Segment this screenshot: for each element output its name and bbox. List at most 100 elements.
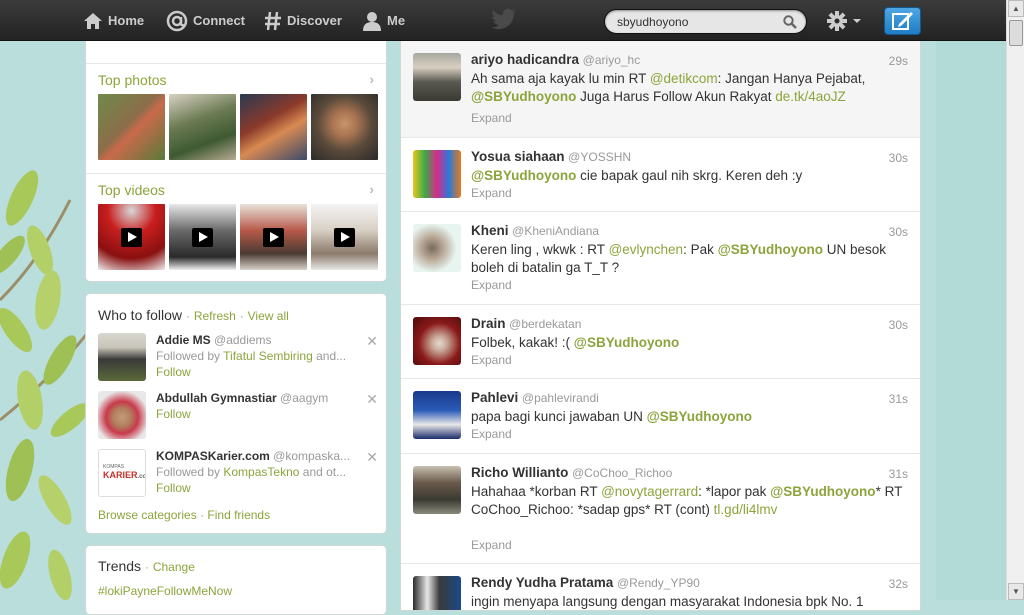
tweet-item[interactable]: ariyo hadicandra @ariyo_hc 29s Ah sama a… [401, 41, 920, 138]
mention-link[interactable]: @evlynchen [609, 242, 684, 257]
avatar[interactable] [413, 576, 461, 610]
scroll-down-button[interactable]: ▼ [1008, 583, 1024, 600]
mention-link[interactable]: @SBYudhoyono [574, 335, 679, 350]
tweet-timestamp[interactable]: 31s [889, 467, 908, 481]
tweet-item[interactable]: Richo Williantо @CoChoo_Richoo 31s Hahah… [401, 454, 920, 564]
tweet-author-handle[interactable]: @KheniAndiana [512, 224, 599, 238]
avatar[interactable] [98, 333, 146, 381]
video-thumbnail[interactable] [240, 204, 307, 270]
top-photos-heading[interactable]: Top photos [98, 72, 167, 88]
mention-link[interactable]: @novytagerrard [601, 484, 698, 499]
tweet-author-name[interactable]: Kheni [471, 223, 509, 238]
expand-link[interactable]: Expand [471, 111, 512, 125]
compose-tweet-button[interactable] [884, 7, 921, 35]
follow-link[interactable]: Follow [156, 407, 191, 421]
tweet-author-handle[interactable]: @ariyo_hc [583, 53, 641, 67]
close-icon[interactable]: ✕ [366, 449, 378, 466]
nav-home[interactable]: Home [83, 0, 144, 41]
mention-link[interactable]: @SBYudhoyono [770, 484, 875, 499]
tweet-author-name[interactable]: ariyo hadicandra [471, 52, 579, 67]
follow-link[interactable]: Follow [156, 365, 191, 379]
tweet-timestamp[interactable]: 30s [889, 318, 908, 332]
tweet-timestamp[interactable]: 30s [889, 151, 908, 165]
change-trends-link[interactable]: Change [153, 560, 195, 574]
avatar[interactable] [413, 391, 461, 439]
avatar[interactable] [413, 224, 461, 272]
tweet-item[interactable]: Pahlevi @pahlevirandi 31s papa bagi kunc… [401, 379, 920, 454]
avatar[interactable] [413, 317, 461, 365]
avatar[interactable] [413, 150, 461, 198]
mention-link[interactable]: @SBYudhoyono [471, 89, 576, 104]
trend-item[interactable]: #lokiPayneFollowMeNow [98, 584, 232, 598]
tweet-author-handle[interactable]: @YOSSHN [568, 150, 631, 164]
tweet-timestamp[interactable]: 31s [889, 392, 908, 406]
tweet-author-name[interactable]: Richo Williantо [471, 465, 568, 480]
chevron-right-icon[interactable]: › [369, 71, 374, 87]
nav-connect[interactable]: Connect [166, 0, 245, 41]
tweet-author-name[interactable]: Rendy Yudha Pratama [471, 575, 613, 590]
mention-link[interactable]: @SBYudhoyono [471, 168, 576, 183]
suggestion-name[interactable]: KOMPASKarier.com @kompaska... [156, 449, 350, 463]
scroll-thumb[interactable] [1009, 20, 1023, 46]
url-link[interactable]: tl.gd/li4lmv [714, 502, 778, 517]
separator-dot: · [185, 309, 190, 323]
page-scrollbar[interactable]: ▲ ▼ [1006, 0, 1024, 600]
top-videos-heading[interactable]: Top videos [98, 182, 165, 198]
suggestion-name[interactable]: Abdullah Gymnastiar @aagym [156, 391, 328, 405]
tweet-item[interactable]: Rendy Yudha Pratama @Rendy_YP90 32s ingi… [401, 564, 920, 610]
mention-link[interactable]: @detikcom [650, 71, 718, 86]
refresh-link[interactable]: Refresh [194, 309, 236, 323]
tweet-item[interactable]: Kheni @KheniAndiana 30s Keren ling , wkw… [401, 212, 920, 305]
tweet-timestamp[interactable]: 29s [889, 54, 908, 68]
expand-link[interactable]: Expand [471, 538, 512, 552]
chevron-right-icon[interactable]: › [369, 181, 374, 197]
expand-link[interactable]: Expand [471, 353, 512, 367]
tweet-author-handle[interactable]: @Rendy_YP90 [617, 576, 700, 590]
tweet-item[interactable]: Yosua siahaan @YOSSHN 30s @SBYudhoyono c… [401, 138, 920, 212]
follow-link[interactable]: Follow [156, 481, 191, 495]
search-box[interactable] [604, 9, 807, 34]
avatar[interactable]: KOMPAS KARIER.com [98, 449, 146, 497]
tweet-author-name[interactable]: Pahlevi [471, 390, 518, 405]
tweet-author-name[interactable]: Yosua siahaan [471, 149, 565, 164]
tweet-author-handle[interactable]: @CoChoo_Richoo [572, 466, 672, 480]
tweet-timestamp[interactable]: 30s [889, 225, 908, 239]
photo-thumbnail[interactable] [169, 94, 236, 160]
photo-thumbnail[interactable] [311, 94, 378, 160]
media-panel: Top photos › Top videos › [85, 22, 387, 282]
avatar[interactable] [98, 391, 146, 439]
find-friends-link[interactable]: Find friends [207, 508, 270, 522]
scroll-up-button[interactable]: ▲ [1008, 0, 1024, 17]
suggestion-name[interactable]: Addie MS @addiems [156, 333, 272, 347]
tweet-timestamp[interactable]: 32s [889, 577, 908, 591]
mention-link[interactable]: @SBYudhoyono [647, 409, 752, 424]
top-photos-row [98, 94, 378, 160]
expand-link[interactable]: Expand [471, 427, 512, 441]
settings-menu[interactable] [826, 9, 863, 33]
photo-thumbnail[interactable] [240, 94, 307, 160]
video-thumbnail[interactable] [98, 204, 165, 270]
followed-by-link[interactable]: KompasTekno [223, 465, 299, 479]
avatar[interactable] [413, 466, 461, 514]
photo-thumbnail[interactable] [98, 94, 165, 160]
search-icon[interactable] [783, 15, 797, 29]
search-input[interactable] [617, 13, 777, 30]
expand-link[interactable]: Expand [471, 186, 512, 200]
close-icon[interactable]: ✕ [366, 333, 378, 350]
video-thumbnail[interactable] [311, 204, 378, 270]
mention-link[interactable]: @SBYudhoyono [718, 242, 823, 257]
url-link[interactable]: de.tk/4aoJZ [775, 89, 846, 104]
nav-discover[interactable]: Discover [264, 0, 342, 41]
nav-me[interactable]: Me [362, 0, 405, 41]
view-all-link[interactable]: View all [248, 309, 289, 323]
tweet-author-name[interactable]: Drain [471, 316, 506, 331]
tweet-item[interactable]: Drain @berdekatan 30s Folbek, kakak! :( … [401, 305, 920, 379]
tweet-author-handle[interactable]: @berdekatan [509, 317, 581, 331]
expand-link[interactable]: Expand [471, 278, 512, 292]
close-icon[interactable]: ✕ [366, 391, 378, 408]
browse-categories-link[interactable]: Browse categories [98, 508, 197, 522]
video-thumbnail[interactable] [169, 204, 236, 270]
avatar[interactable] [413, 53, 461, 101]
tweet-author-handle[interactable]: @pahlevirandi [522, 391, 599, 405]
followed-by-link[interactable]: Tifatul Sembiring [223, 349, 313, 363]
